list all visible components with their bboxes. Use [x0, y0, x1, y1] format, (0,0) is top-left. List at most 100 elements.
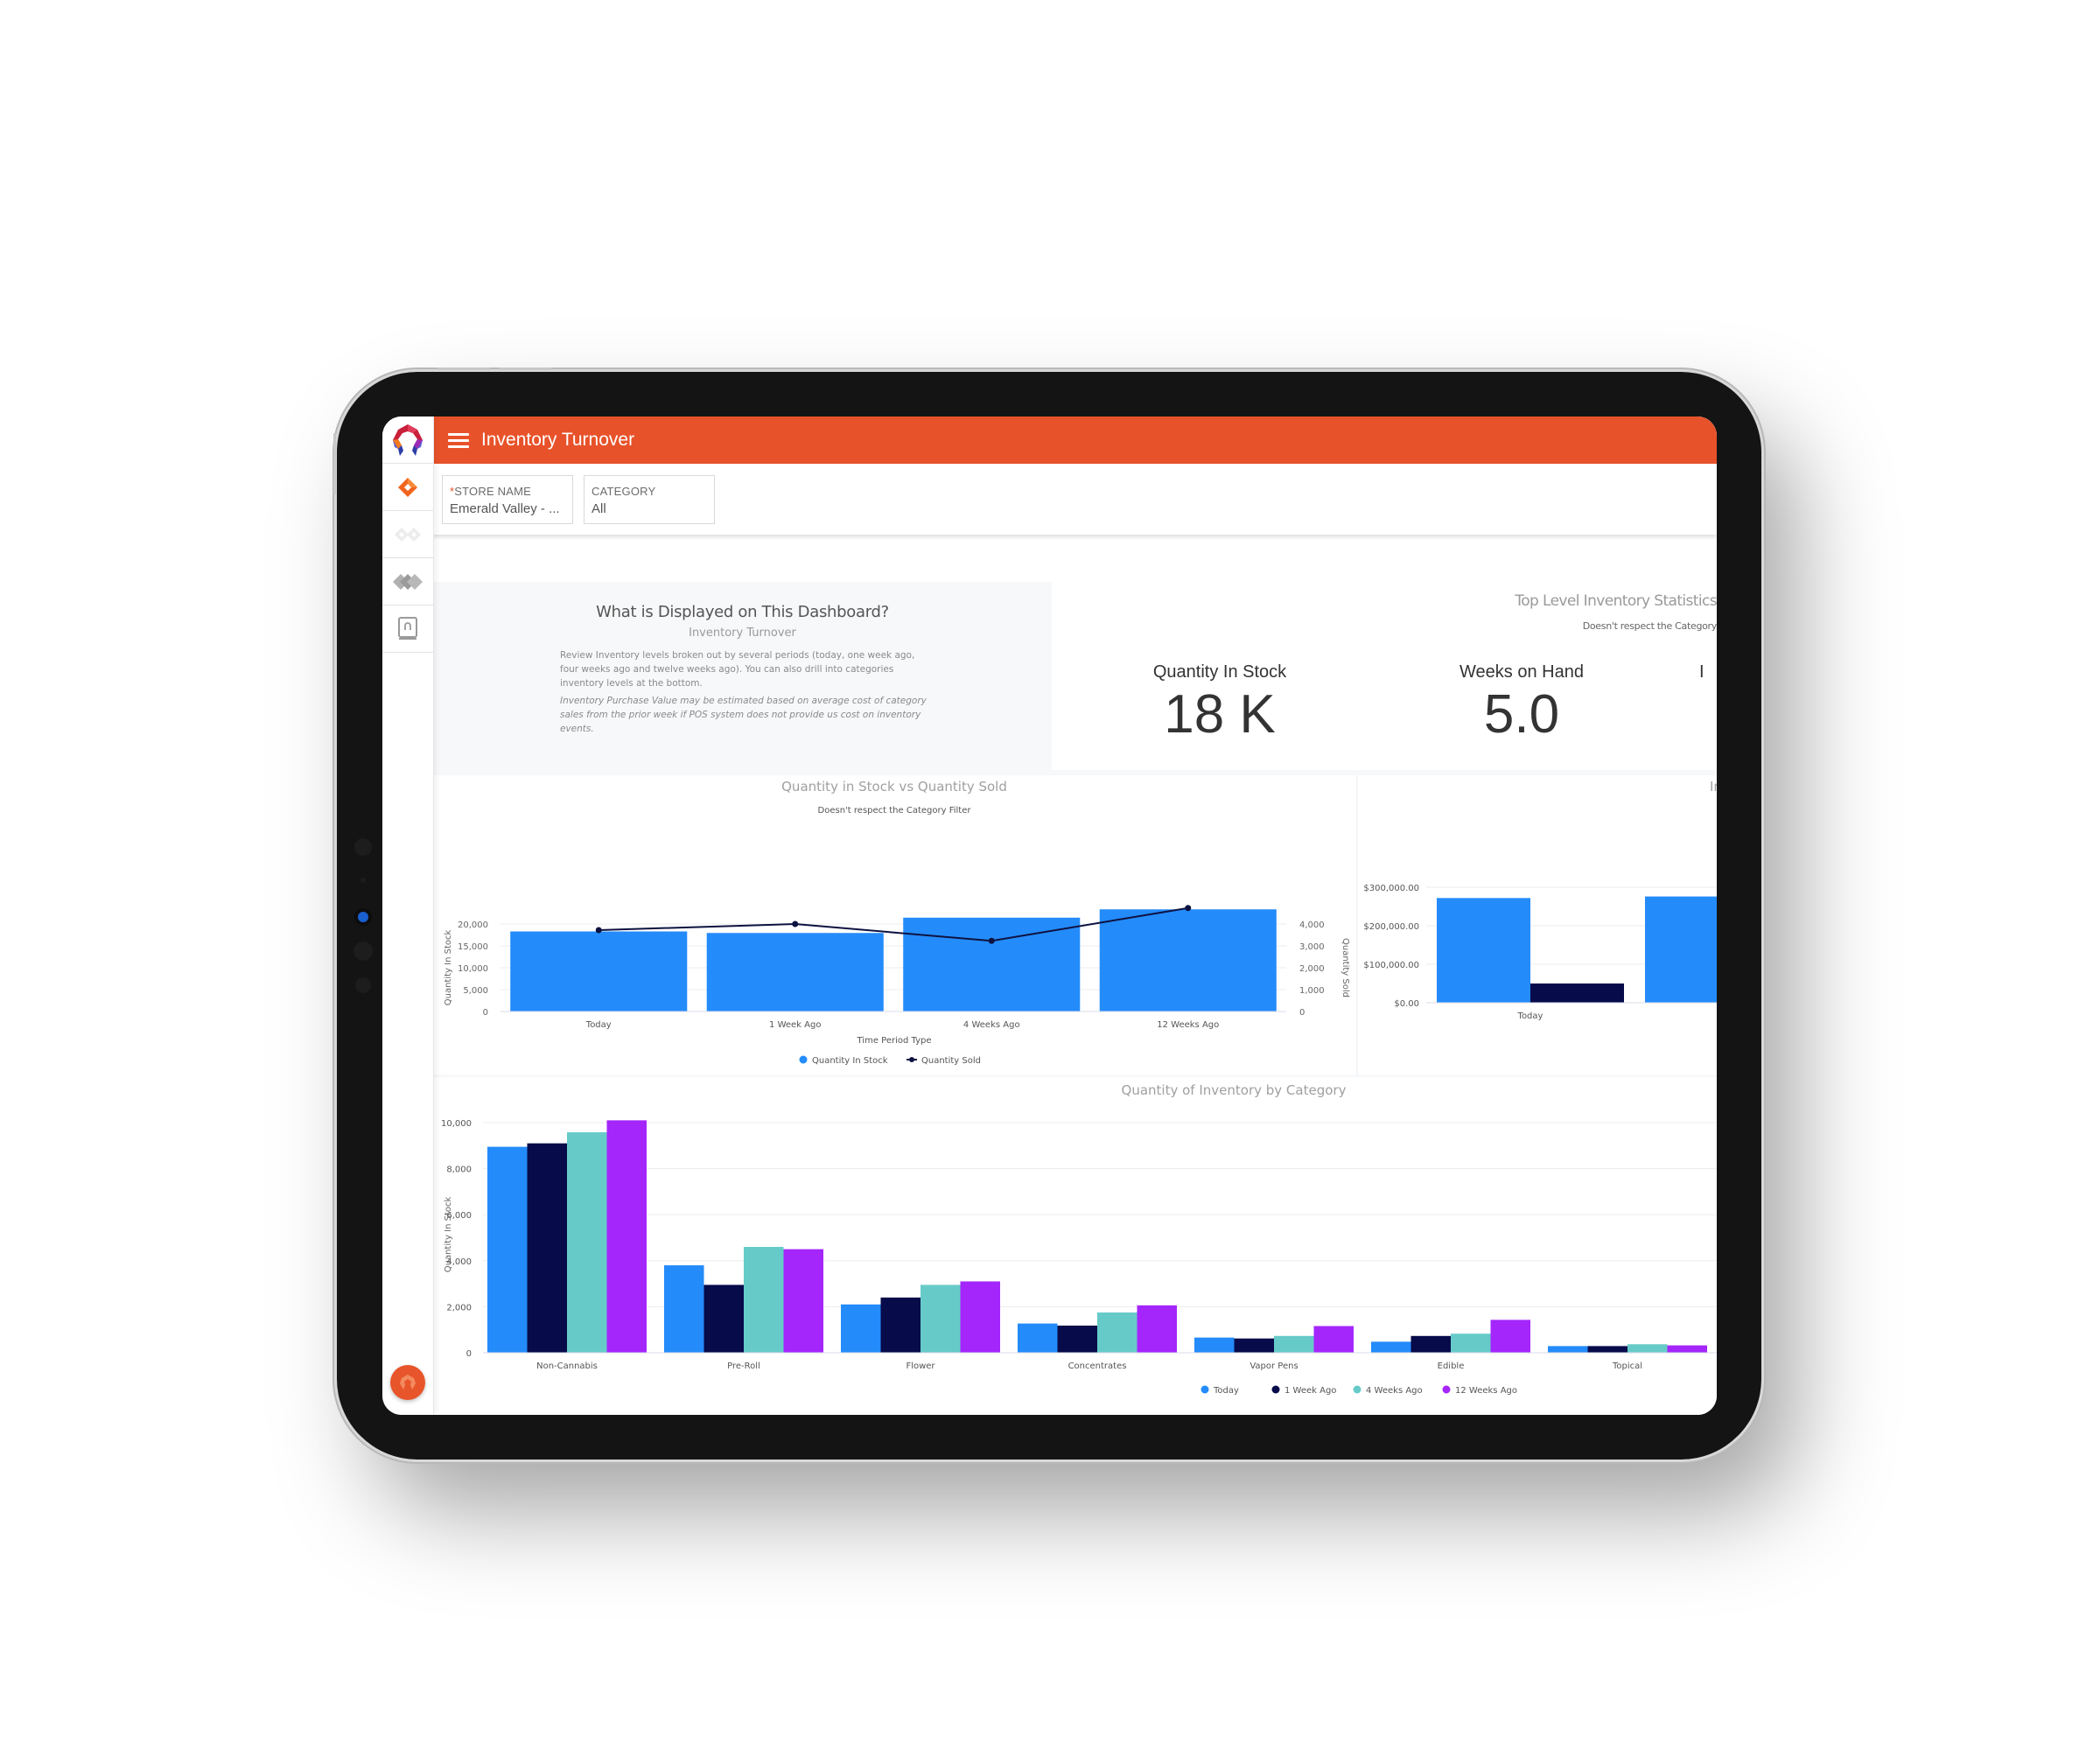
- stats-title: Top Level Inventory Statistics: [1515, 592, 1717, 610]
- filter-bar: *STORE NAME Emerald Valley - ... CATEGOR…: [433, 464, 1717, 535]
- chart-subtitle: Doesn't respect the Category Filter: [818, 806, 972, 816]
- device-sensor: [355, 977, 371, 993]
- legend-marker: [1200, 1385, 1209, 1394]
- category-chart: Quantity of Inventory by Category 0 2,000 4…: [433, 1077, 1717, 1415]
- bar-1-week-ago: [1234, 1338, 1274, 1353]
- bar-12-weeks-ago: [783, 1249, 823, 1353]
- device-camera: [358, 912, 368, 922]
- legend-label: 4 Weeks Ago: [1366, 1386, 1423, 1396]
- info-panel: What is Displayed on This Dashboard? Inv…: [433, 582, 1052, 770]
- device-side-button: [333, 433, 336, 494]
- inventory-value-svg: In $0.00 $100,000.00 $200,000.00 $300,000.00…: [1363, 779, 1717, 1021]
- y-tick-label: $200,000.00: [1363, 922, 1419, 932]
- sidebar-item-data[interactable]: [382, 558, 433, 606]
- bar-1-week-ago: [1587, 1346, 1628, 1353]
- y-tick-label: $100,000.00: [1363, 961, 1419, 970]
- bar-12-weeks-ago: [960, 1281, 1000, 1353]
- bar-quantity-in-stock: [510, 931, 688, 1012]
- y2-axis-label: Quantity Sold: [1340, 938, 1350, 998]
- kpi-value: 18 K: [1164, 684, 1276, 745]
- bar-1-week-ago: [1410, 1335, 1451, 1353]
- bar-12-weeks-ago: [1313, 1326, 1354, 1353]
- main-content: Inventory Turnover *STORE NAME Emerald V…: [433, 416, 1717, 1415]
- chart-title: Quantity of Inventory by Category: [1122, 1082, 1347, 1098]
- info-paragraph: Review Inventory levels broken out by se…: [560, 650, 915, 689]
- bar-4-weeks-ago: [1097, 1312, 1138, 1353]
- x-tick-label: Concentrates: [1068, 1362, 1127, 1371]
- book-icon: [398, 616, 417, 640]
- y-tick-label: 15,000: [458, 942, 488, 952]
- device-sensor: [360, 878, 366, 883]
- store-name-filter[interactable]: *STORE NAME Emerald Valley - ...: [442, 474, 573, 524]
- stats-subtitle: Doesn't respect the Category: [1582, 620, 1717, 632]
- sidebar-item-integrations[interactable]: [382, 511, 433, 558]
- sidebar: [382, 416, 434, 1415]
- bar-series-a: [1437, 898, 1530, 1003]
- bar-4-weeks-ago: [920, 1284, 961, 1353]
- y-tick-label: 10,000: [458, 964, 488, 974]
- info-title: What is Displayed on This Dashboard?: [596, 603, 889, 621]
- x-tick-label: 12 Weeks Ago: [1157, 1020, 1219, 1030]
- sidebar-item-dashboards[interactable]: [382, 464, 433, 511]
- store-name-value: Emerald Valley - ...: [450, 500, 560, 516]
- device-sensor: [354, 942, 373, 961]
- hamburger-icon[interactable]: [448, 430, 469, 452]
- bar-quantity-in-stock: [1099, 909, 1277, 1012]
- bar-4-weeks-ago: [1628, 1344, 1668, 1353]
- point-quantity-sold: [1185, 905, 1192, 912]
- point-quantity-sold: [792, 920, 799, 928]
- page-title: Inventory Turnover: [481, 430, 635, 450]
- kpi-partial: I: [1586, 662, 1717, 682]
- x-tick-label: 4 Weeks Ago: [963, 1020, 1020, 1030]
- kpi-label: I: [1699, 662, 1704, 682]
- bar-today: [1018, 1323, 1058, 1353]
- y-tick-label: $300,000.00: [1363, 884, 1419, 893]
- x-axis-label: Time Period Type: [857, 1036, 932, 1046]
- bar-12-weeks-ago: [606, 1120, 647, 1353]
- logo-circle-icon: [400, 1375, 416, 1390]
- bar-1-week-ago: [880, 1297, 920, 1353]
- y-tick-label: 5,000: [463, 986, 488, 996]
- device-top-button: [499, 368, 551, 370]
- y2-tick-label: 4,000: [1299, 920, 1325, 930]
- bar-12-weeks-ago: [1667, 1345, 1707, 1353]
- help-button[interactable]: [390, 1365, 425, 1400]
- info-note: Inventory Purchase Value may be estimate…: [560, 696, 927, 734]
- category-filter[interactable]: CATEGORY All: [584, 474, 715, 524]
- y2-tick-label: 2,000: [1299, 964, 1325, 974]
- legend-label-stock: Quantity In Stock: [812, 1056, 888, 1066]
- y-tick-label: $0.00: [1394, 999, 1419, 1009]
- bar-12-weeks-ago: [1490, 1320, 1530, 1353]
- y2-tick-label: 0: [1299, 1008, 1305, 1018]
- stock-vs-sold-svg: Quantity in Stock vs Quantity Sold Doesn'…: [444, 779, 1350, 1066]
- point-quantity-sold: [988, 937, 995, 944]
- y-tick-label: 2,000: [446, 1303, 472, 1312]
- kpi-label: Quantity In Stock: [1152, 662, 1287, 682]
- category-chart-svg: Quantity of Inventory by Category 0 2,000 4…: [441, 1082, 1717, 1396]
- y-tick-label: 10,000: [441, 1119, 472, 1129]
- bar-4-weeks-ago: [567, 1132, 607, 1353]
- bar-12-weeks-ago: [1137, 1305, 1177, 1353]
- legend-marker: [1442, 1385, 1451, 1394]
- bar-today: [487, 1146, 528, 1353]
- bar-today: [664, 1265, 704, 1353]
- bar-4-weeks-ago: [1451, 1334, 1491, 1353]
- inventory-value-chart: In $0.00 $100,000.00 $200,000.00 $300,000.00…: [1358, 775, 1717, 1074]
- y2-tick-label: 3,000: [1299, 942, 1325, 952]
- bar-1-week-ago: [527, 1143, 567, 1353]
- bar-today: [841, 1304, 881, 1353]
- bar-4-weeks-ago: [1274, 1335, 1314, 1353]
- device-sensor: [354, 838, 372, 856]
- stats-panel: Top Level Inventory Statistics Doesn't r…: [1052, 582, 1717, 770]
- bar-today: [1194, 1337, 1235, 1353]
- sidebar-item-docs[interactable]: [382, 606, 433, 653]
- y-tick-label: 8,000: [446, 1166, 472, 1175]
- layered-diamond-icon: [393, 573, 423, 590]
- app-logo[interactable]: [382, 416, 433, 464]
- x-tick-label: Topical: [1612, 1362, 1642, 1371]
- point-quantity-sold: [595, 927, 602, 934]
- legend-marker-sold-dot: [909, 1057, 914, 1062]
- x-tick-label: Flower: [906, 1362, 935, 1371]
- category-value: All: [592, 500, 606, 516]
- y-axis-label: Quantity In Stock: [444, 1197, 453, 1273]
